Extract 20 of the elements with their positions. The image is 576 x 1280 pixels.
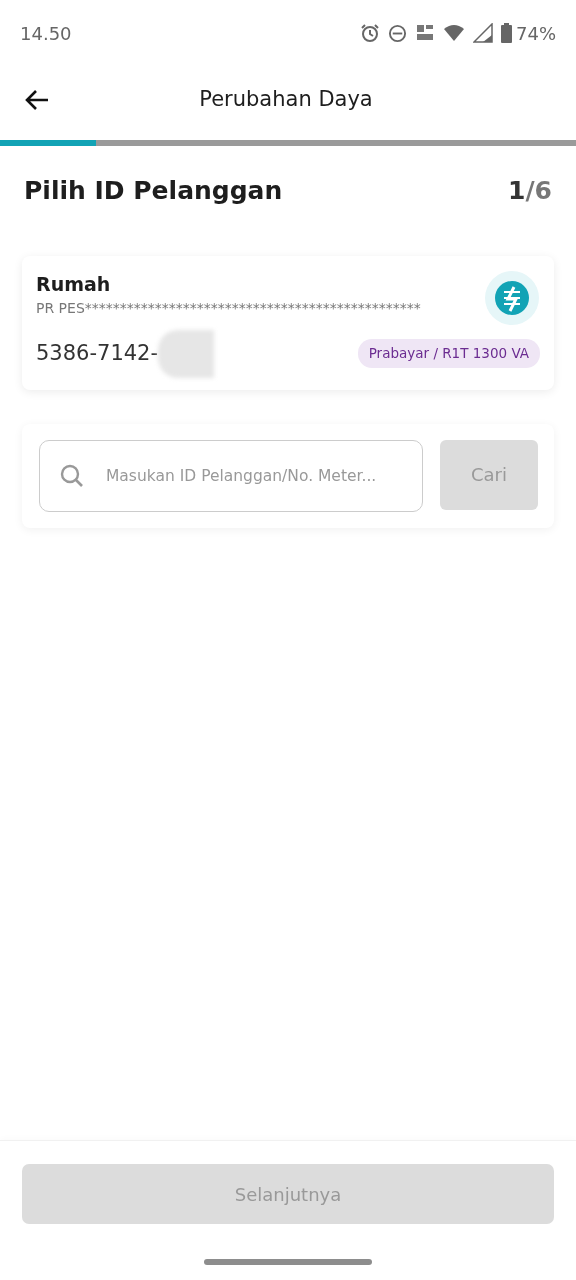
wifi-icon (443, 24, 465, 42)
customer-card[interactable]: Rumah PR PES************************************************ 5386-7142- Prabayar / R1T 1300 VA (22, 255, 554, 390)
tariff-tag: Prabayar / R1T 1300 VA (357, 339, 540, 368)
status-time: 14.50 (20, 21, 72, 46)
alarm-icon (360, 23, 380, 43)
back-arrow-icon[interactable] (24, 89, 50, 111)
lightning-logo-icon (484, 269, 540, 326)
customer-id: 5386-7142- (36, 339, 159, 367)
battery-percent: 74% (516, 21, 556, 46)
battery-icon (501, 23, 512, 43)
section-title: Pilih ID Pelanggan (24, 175, 283, 207)
blurred-patch (158, 329, 215, 378)
customer-name: Rumah (36, 271, 112, 297)
signal-icon (473, 23, 493, 43)
step-total: /6 (525, 175, 552, 207)
page-title: Perubahan Daya (198, 86, 374, 114)
step-current: 1 (508, 175, 526, 207)
search-field[interactable]: Masukan ID Pelanggan/No. Meter... (39, 439, 423, 512)
customer-owner: PR PES************************************************ (36, 299, 421, 318)
do-not-disturb-icon (388, 23, 407, 43)
